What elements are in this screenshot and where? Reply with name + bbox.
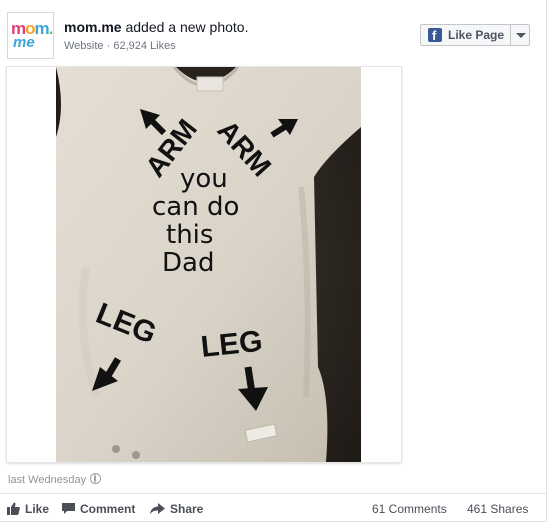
comments-count-link[interactable]: 61 Comments bbox=[372, 502, 447, 516]
comment-bubble-icon bbox=[62, 503, 75, 514]
text-you: you bbox=[180, 164, 228, 194]
page-category: Website bbox=[64, 40, 104, 52]
page-name-link[interactable]: mom.me bbox=[64, 19, 122, 35]
share-arrow-icon bbox=[150, 503, 165, 514]
like-page-label: Like Page bbox=[448, 28, 505, 42]
like-label: Like bbox=[25, 502, 50, 516]
word-leg-right: LEG bbox=[199, 325, 264, 364]
post-action-text: added a new photo. bbox=[121, 19, 249, 35]
page-likes-count: 62,924 Likes bbox=[113, 40, 176, 52]
text-this: this bbox=[166, 220, 213, 250]
share-label: Share bbox=[170, 502, 204, 516]
post-headline: mom.me added a new photo. bbox=[64, 19, 248, 35]
comment-label: Comment bbox=[80, 502, 136, 516]
text-dad: Dad bbox=[162, 248, 214, 278]
post-photo[interactable]: ARM ARM you can do this Dad LEG LEG bbox=[56, 67, 361, 462]
thumbs-up-icon bbox=[7, 502, 20, 515]
logo-wordmark-bottom: me bbox=[13, 34, 35, 51]
photo-frame[interactable]: ARM ARM you can do this Dad LEG LEG bbox=[7, 67, 401, 462]
post-action-bar: Like Comment Share 61 Comments 461 Share… bbox=[0, 502, 547, 522]
shares-count-link[interactable]: 461 Shares bbox=[467, 502, 528, 516]
button-separator bbox=[510, 25, 511, 45]
globe-icon bbox=[90, 473, 102, 484]
facebook-icon: f bbox=[428, 28, 442, 43]
chevron-down-icon[interactable] bbox=[516, 33, 526, 38]
like-button[interactable]: Like bbox=[7, 502, 49, 516]
post-card: mom. me mom.me added a new photo. Websit… bbox=[0, 0, 547, 522]
post-meta: last Wednesday bbox=[8, 473, 102, 486]
post-timestamp[interactable]: last Wednesday bbox=[8, 474, 86, 486]
page-subline: Website · 62,924 Likes bbox=[64, 40, 176, 52]
share-button[interactable]: Share bbox=[150, 502, 203, 516]
page-avatar[interactable]: mom. me bbox=[7, 12, 54, 59]
action-divider bbox=[0, 493, 547, 494]
onesie-photo-illustration: ARM ARM you can do this Dad LEG LEG bbox=[56, 67, 361, 462]
comment-button[interactable]: Comment bbox=[62, 502, 135, 516]
text-can-do: can do bbox=[152, 192, 239, 222]
like-page-button[interactable]: f Like Page bbox=[420, 24, 530, 46]
